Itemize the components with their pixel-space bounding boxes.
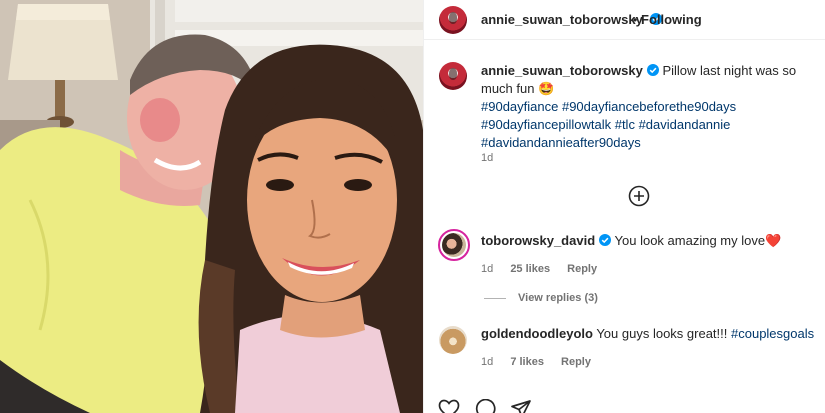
share-icon[interactable] xyxy=(510,399,532,413)
comment-likes[interactable]: 25 likes xyxy=(510,263,550,275)
reply-button[interactable]: Reply xyxy=(567,263,597,275)
hashtag-link[interactable]: #tlc xyxy=(615,117,635,132)
following-button[interactable]: Following xyxy=(641,12,702,27)
comment-item: goldendoodleyolo You guys looks great!!!… xyxy=(481,325,821,343)
comment-item: toborowsky_david You look amazing my lov… xyxy=(481,232,821,250)
post-caption: annie_suwan_toborowsky Pillow last night… xyxy=(481,62,821,152)
reply-button[interactable]: Reply xyxy=(561,356,591,368)
selfie-image xyxy=(0,0,423,413)
action-bar xyxy=(438,399,532,413)
post-side-panel: annie_suwan_toborowsky • Following annie… xyxy=(423,0,825,413)
hashtag-link[interactable]: #90dayfiancebeforethe90days xyxy=(562,99,736,114)
view-replies-button[interactable]: View replies (3) xyxy=(484,292,598,304)
comment-timestamp[interactable]: 1d xyxy=(481,356,493,368)
hashtag-link[interactable]: #davidandannie xyxy=(639,117,731,132)
comment-username[interactable]: toborowsky_david xyxy=(481,233,612,248)
comment-avatar[interactable] xyxy=(439,326,467,354)
verified-badge-icon xyxy=(646,64,659,76)
comment-timestamp[interactable]: 1d xyxy=(481,263,493,275)
comment-username[interactable]: goldendoodleyolo xyxy=(481,326,593,341)
hashtag-link[interactable]: #couplesgoals xyxy=(731,326,814,341)
comment-likes[interactable]: 7 likes xyxy=(510,356,544,368)
author-avatar[interactable] xyxy=(439,6,467,34)
instagram-post-view: annie_suwan_toborowsky • Following annie… xyxy=(0,0,825,413)
comment-icon[interactable] xyxy=(474,399,496,413)
post-photo[interactable] xyxy=(0,0,423,413)
view-replies-label: View replies (3) xyxy=(518,292,598,304)
caption-username[interactable]: annie_suwan_toborowsky xyxy=(481,63,659,78)
comment-text: You guys looks great!!! xyxy=(596,326,731,341)
caption-timestamp[interactable]: 1d xyxy=(481,152,493,164)
plus-circle-icon[interactable] xyxy=(628,185,650,207)
replies-divider xyxy=(484,297,506,299)
heart-icon[interactable] xyxy=(438,399,460,413)
header-separator: • xyxy=(633,13,638,27)
post-header: annie_suwan_toborowsky • Following xyxy=(424,0,825,40)
comment-username-text[interactable]: toborowsky_david xyxy=(481,233,595,248)
hashtag-link[interactable]: #90dayfiancepillowtalk xyxy=(481,117,611,132)
caption-username-text[interactable]: annie_suwan_toborowsky xyxy=(481,63,643,78)
verified-badge-icon xyxy=(599,234,612,246)
comment-meta: 1d 7 likes Reply xyxy=(481,356,605,368)
comment-text: You look amazing my love❤️ xyxy=(614,233,782,248)
hashtag-link[interactable]: #90dayfiance xyxy=(481,99,558,114)
hashtag-link[interactable]: #davidandannieafter90days xyxy=(481,135,641,150)
comment-avatar[interactable] xyxy=(438,229,470,261)
caption-hashtags: #90dayfiance #90dayfiancebeforethe90days… xyxy=(481,99,736,150)
author-username-text[interactable]: annie_suwan_toborowsky xyxy=(481,12,643,27)
caption-avatar[interactable] xyxy=(439,62,467,90)
comment-meta: 1d 25 likes Reply xyxy=(481,263,611,275)
